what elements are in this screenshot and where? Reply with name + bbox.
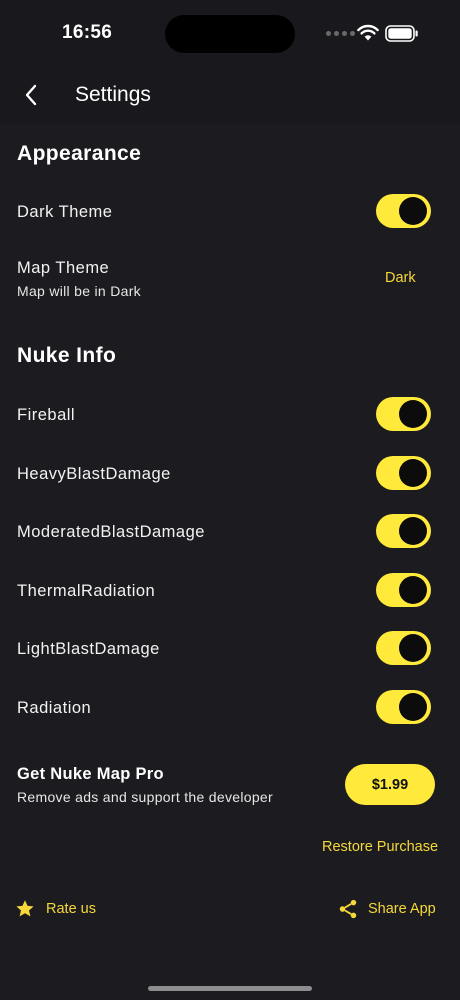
wifi-icon	[357, 24, 379, 41]
light-blast-damage-toggle[interactable]	[376, 631, 431, 665]
toggle-knob	[399, 634, 427, 662]
star-icon	[16, 900, 34, 917]
chevron-left-icon	[25, 84, 37, 106]
share-icon	[339, 899, 357, 919]
toggle-knob	[399, 459, 427, 487]
toggle-knob	[399, 400, 427, 428]
thermal-radiation-toggle[interactable]	[376, 573, 431, 607]
dynamic-island	[165, 15, 295, 53]
map-theme-sublabel: Map will be in Dark	[17, 283, 141, 299]
light-blast-damage-label: LightBlastDamage	[17, 640, 160, 658]
share-app-label: Share App	[368, 901, 436, 917]
thermal-radiation-label: ThermalRadiation	[17, 582, 156, 600]
status-bar: 16:56	[0, 0, 460, 68]
toggle-knob	[399, 197, 427, 225]
pro-title: Get Nuke Map Pro	[17, 765, 164, 783]
fireball-label: Fireball	[17, 406, 76, 424]
section-title-appearance: Appearance	[17, 142, 142, 165]
moderated-blast-damage-label: ModeratedBlastDamage	[17, 523, 205, 541]
dark-theme-label: Dark Theme	[17, 203, 113, 221]
share-app-button[interactable]: Share App	[337, 896, 436, 922]
toggle-knob	[399, 517, 427, 545]
fireball-toggle[interactable]	[376, 397, 431, 431]
toggle-knob	[399, 576, 427, 604]
cellular-signal-icon	[326, 31, 355, 36]
rate-us-label: Rate us	[46, 901, 96, 917]
map-theme-select[interactable]: Dark	[385, 270, 416, 286]
home-indicator[interactable]	[148, 986, 312, 991]
heavy-blast-damage-toggle[interactable]	[376, 456, 431, 490]
back-button[interactable]	[14, 78, 48, 112]
toggle-knob	[399, 693, 427, 721]
heavy-blast-damage-label: HeavyBlastDamage	[17, 465, 171, 483]
section-title-nuke-info: Nuke Info	[17, 344, 117, 367]
radiation-toggle[interactable]	[376, 690, 431, 724]
app-bar: Settings	[0, 68, 460, 124]
status-time: 16:56	[62, 22, 113, 43]
dark-theme-toggle[interactable]	[376, 194, 431, 228]
moderated-blast-damage-toggle[interactable]	[376, 514, 431, 548]
radiation-label: Radiation	[17, 699, 92, 717]
map-theme-label: Map Theme	[17, 259, 110, 277]
page-title: Settings	[75, 83, 151, 106]
rate-us-button[interactable]: Rate us	[14, 896, 96, 922]
restore-purchase-button[interactable]: Restore Purchase	[322, 839, 438, 855]
buy-pro-button[interactable]: $1.99	[345, 764, 435, 805]
battery-icon	[385, 25, 418, 42]
pro-subtitle: Remove ads and support the developer	[17, 789, 273, 805]
